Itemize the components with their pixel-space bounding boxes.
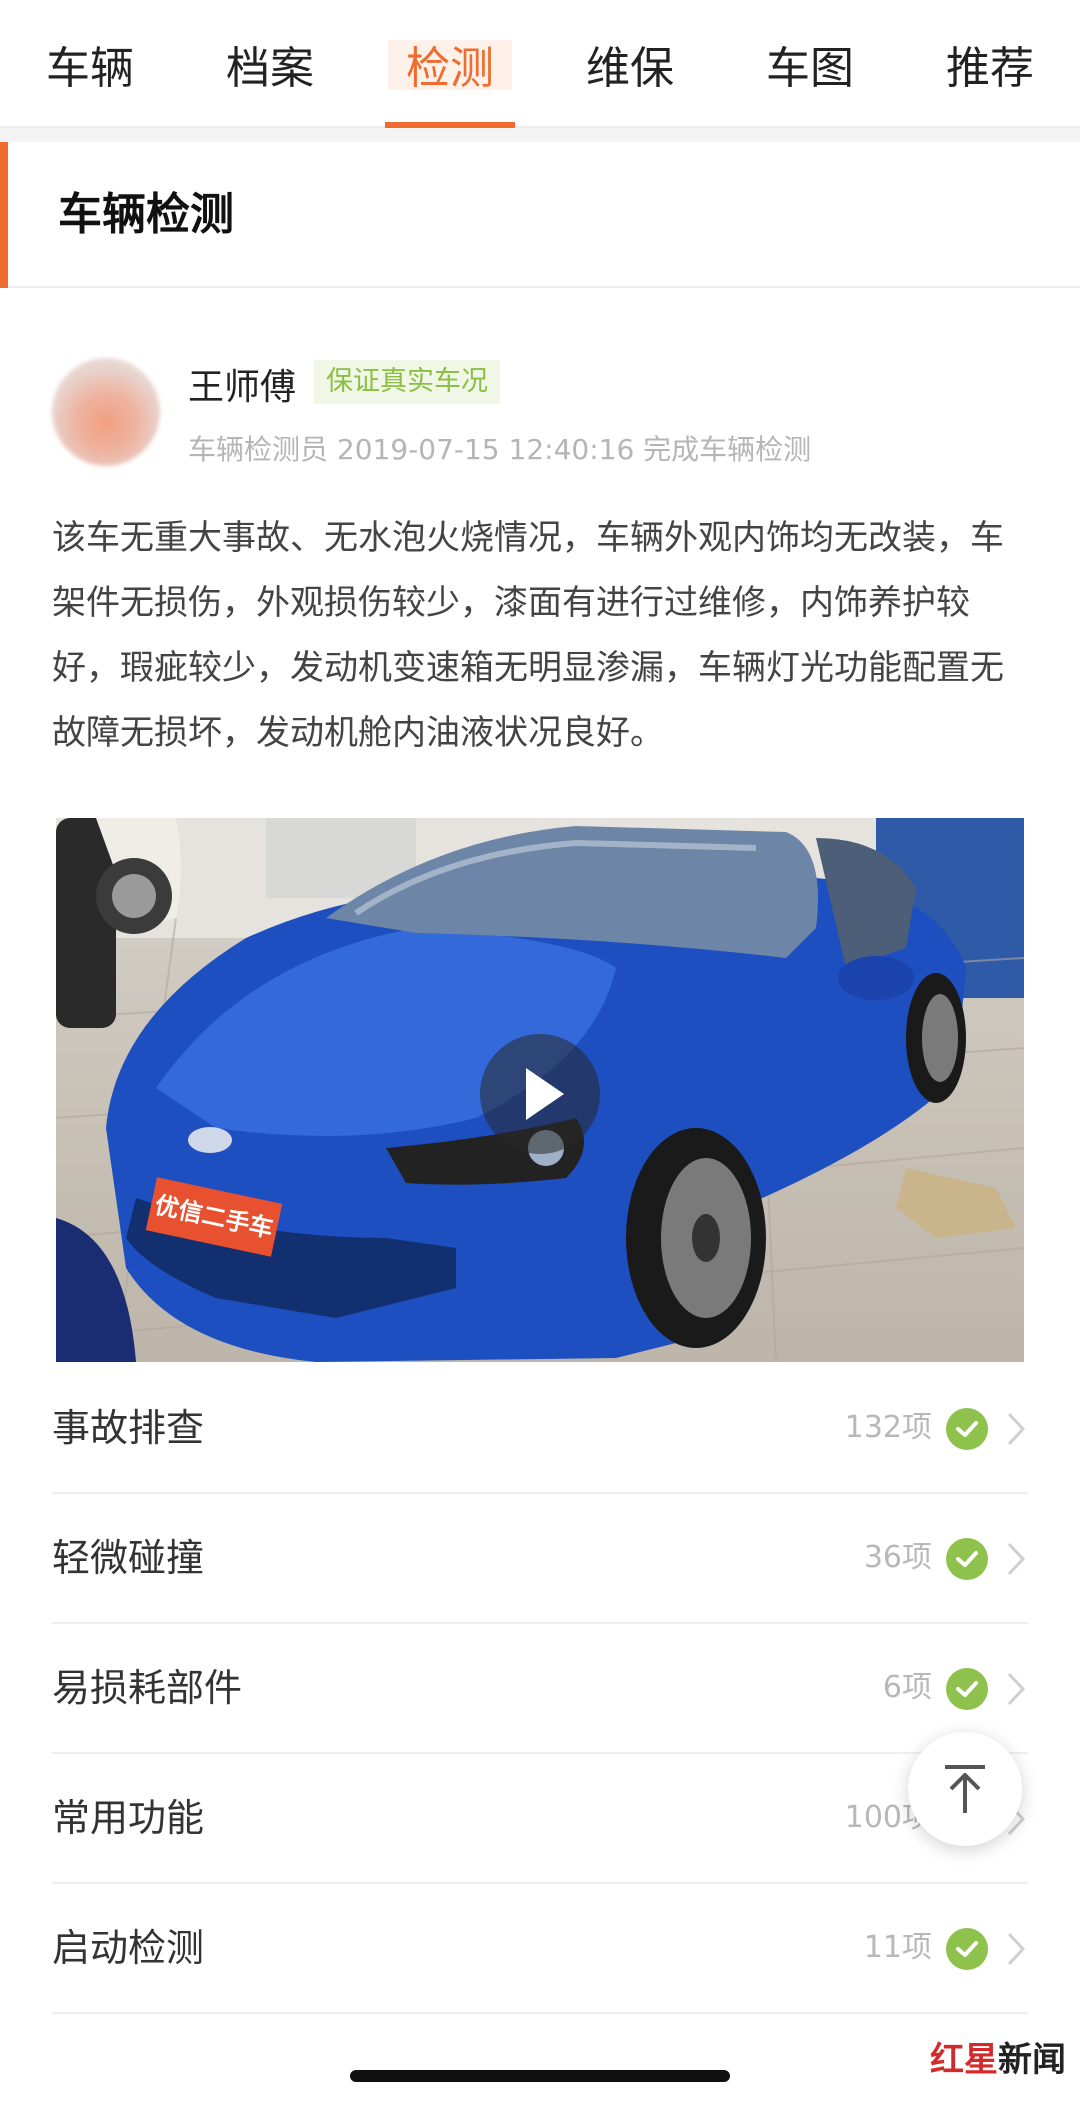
chevron-right-icon	[1007, 1932, 1026, 1966]
home-indicator	[350, 2070, 730, 2082]
check-row-startup[interactable]: 启动检测 11项	[52, 1884, 1028, 2014]
tab-label: 维保	[586, 43, 674, 94]
check-pass-icon	[946, 1538, 988, 1580]
arrow-up-icon	[945, 1765, 985, 1813]
tab-archive[interactable]: 档案	[180, 0, 360, 128]
section-gap	[0, 128, 1080, 142]
watermark-part2: 新闻	[998, 2040, 1066, 2080]
check-row-wear-parts[interactable]: 易损耗部件 6项	[52, 1624, 1028, 1754]
tab-recommend[interactable]: 推荐	[900, 0, 1080, 128]
section-header: 车辆检测	[0, 142, 1080, 288]
verified-badge: 保证真实车况	[314, 360, 500, 404]
check-row-collision[interactable]: 轻微碰撞 36项	[52, 1494, 1028, 1624]
inspection-video[interactable]: 优信二手车	[56, 818, 1024, 1362]
check-count: 132项	[844, 1410, 932, 1445]
play-button[interactable]	[480, 1034, 600, 1154]
tab-label: 车图	[766, 43, 854, 94]
tab-label: 档案	[226, 43, 314, 94]
check-pass-icon	[946, 1668, 988, 1710]
inspector-name: 王师傅	[188, 367, 297, 408]
check-row-common-functions[interactable]: 常用功能 100项	[52, 1754, 1028, 1884]
chevron-right-icon	[1007, 1542, 1026, 1576]
check-row-accident[interactable]: 事故排查 132项	[52, 1364, 1028, 1494]
chevron-right-icon	[1007, 1412, 1026, 1446]
play-icon	[526, 1068, 564, 1120]
tab-label: 推荐	[946, 43, 1034, 94]
check-count: 11项	[863, 1930, 932, 1965]
tab-photos[interactable]: 车图	[720, 0, 900, 128]
check-label: 启动检测	[52, 1926, 205, 1970]
avatar	[52, 358, 160, 466]
watermark-logo: 红星新闻	[930, 2032, 1066, 2081]
back-to-top-button[interactable]	[908, 1732, 1022, 1846]
tab-maintenance[interactable]: 维保	[540, 0, 720, 128]
inspection-meta: 车辆检测员 2019-07-15 12:40:16 完成车辆检测	[188, 433, 812, 466]
check-count: 6项	[882, 1670, 932, 1705]
check-label: 易损耗部件	[52, 1666, 243, 1710]
check-pass-icon	[946, 1928, 988, 1970]
tab-inspection[interactable]: 检测	[360, 0, 540, 128]
chevron-right-icon	[1007, 1672, 1026, 1706]
tab-bar: 车辆 档案 检测 维保 车图 推荐	[0, 0, 1080, 128]
watermark-part1: 红星	[930, 2040, 998, 2080]
tab-label: 检测	[406, 43, 494, 94]
check-count: 36项	[863, 1540, 932, 1575]
check-label: 轻微碰撞	[52, 1536, 205, 1580]
check-pass-icon	[946, 1408, 988, 1450]
section-title: 车辆检测	[58, 189, 234, 240]
inspection-summary: 该车无重大事故、无水泡火烧情况，车辆外观内饰均无改装，车架件无损伤，外观损伤较少…	[52, 518, 1004, 753]
check-label: 事故排查	[52, 1406, 205, 1450]
section-accent-bar	[0, 142, 8, 288]
check-label: 常用功能	[52, 1796, 205, 1840]
tab-label: 车辆	[46, 43, 134, 94]
tab-vehicle[interactable]: 车辆	[0, 0, 180, 128]
